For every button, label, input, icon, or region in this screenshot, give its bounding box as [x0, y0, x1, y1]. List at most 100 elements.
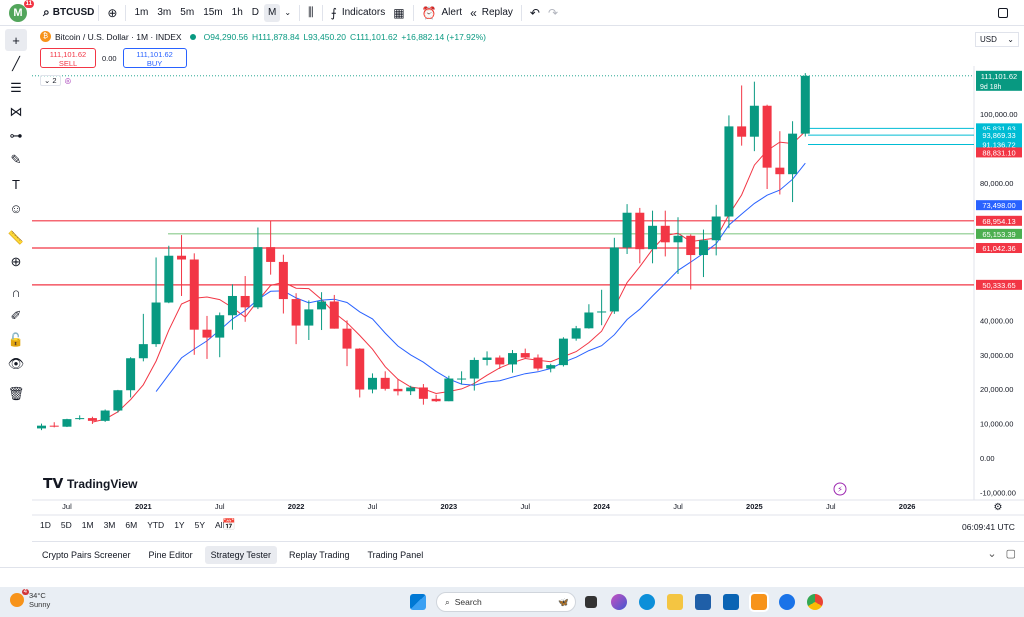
fib-retracement-icon[interactable]: ☰	[5, 77, 27, 99]
candle-body[interactable]	[406, 387, 416, 392]
outlook-icon[interactable]	[723, 594, 739, 610]
edge-icon[interactable]	[639, 594, 655, 610]
candle-body[interactable]	[126, 358, 136, 391]
goto-date-icon[interactable]: 📅	[222, 518, 236, 531]
trend-line-icon[interactable]: ╱	[5, 53, 27, 75]
currency-selector[interactable]: USD ⌄	[975, 32, 1019, 47]
candle-body[interactable]	[482, 357, 492, 360]
candle-body[interactable]	[711, 216, 721, 241]
store-icon[interactable]	[695, 594, 711, 610]
candle-body[interactable]	[49, 425, 59, 427]
candle-body[interactable]	[648, 225, 658, 250]
candle-body[interactable]	[151, 302, 161, 345]
candle-body[interactable]	[240, 295, 250, 308]
user-avatar[interactable]: M 11	[9, 0, 34, 22]
ruler-icon[interactable]: 📏	[5, 227, 27, 249]
crosshair-icon[interactable]: +	[5, 29, 27, 51]
candle-body[interactable]	[75, 418, 85, 420]
candle-body[interactable]	[597, 311, 607, 313]
candle-body[interactable]	[673, 235, 683, 243]
candle-body[interactable]	[495, 357, 505, 365]
start-icon[interactable]	[410, 594, 426, 610]
candle-body[interactable]	[698, 240, 708, 256]
candle-body[interactable]	[393, 388, 403, 392]
candle-body[interactable]	[635, 212, 645, 250]
maximize-icon[interactable]: ▢	[1006, 548, 1016, 560]
range-5d[interactable]: 5D	[61, 520, 72, 530]
lock-icon[interactable]: 🔓	[5, 329, 27, 351]
candle-body[interactable]	[37, 425, 46, 429]
candle-body[interactable]	[622, 212, 632, 248]
undo-button[interactable]: ↶	[526, 4, 544, 22]
candle-body[interactable]	[584, 312, 594, 329]
tab-replay-trading[interactable]: Replay Trading	[283, 546, 356, 564]
candle-body[interactable]	[508, 353, 518, 365]
candle-body[interactable]	[100, 410, 110, 421]
timeframe-dropdown[interactable]: ⌄	[280, 4, 295, 22]
timeframe-1m[interactable]: 1m	[130, 4, 152, 22]
timeframe-1h[interactable]: 1h	[228, 4, 247, 22]
candle-body[interactable]	[749, 105, 759, 137]
candle-body[interactable]	[609, 247, 619, 312]
stay-drawing-icon[interactable]: ✐	[5, 305, 27, 327]
candle-body[interactable]	[215, 315, 225, 338]
candle-body[interactable]	[380, 377, 390, 389]
candle-body[interactable]	[317, 301, 327, 310]
candle-body[interactable]	[138, 344, 148, 359]
text-icon[interactable]: T	[5, 173, 27, 195]
zoom-in-icon[interactable]: ⊕	[5, 251, 27, 273]
candle-body[interactable]	[227, 295, 237, 316]
candle-body[interactable]	[113, 390, 123, 411]
copilot-icon[interactable]	[611, 594, 627, 610]
candle-body[interactable]	[87, 418, 97, 421]
candle-body[interactable]	[457, 378, 467, 380]
candle-body[interactable]	[660, 225, 670, 243]
emoji-icon[interactable]: ☺	[5, 197, 27, 219]
candle-body[interactable]	[62, 419, 72, 427]
taskbar-search[interactable]: ⌕ Search 🦋	[436, 592, 576, 612]
candle-body[interactable]	[431, 398, 441, 402]
trash-icon[interactable]: 🗑	[5, 383, 27, 405]
candle-body[interactable]	[177, 255, 187, 260]
candle-body[interactable]	[686, 235, 696, 256]
tab-crypto-pairs-screener[interactable]: Crypto Pairs Screener	[36, 546, 137, 564]
candle-body[interactable]	[558, 338, 568, 366]
candle-body[interactable]	[418, 387, 428, 399]
candle-body[interactable]	[253, 247, 263, 308]
task-view-icon[interactable]	[585, 596, 597, 608]
candle-body[interactable]	[355, 348, 365, 390]
fullscreen-button[interactable]	[994, 4, 1012, 22]
candle-body[interactable]	[724, 126, 734, 217]
symbol-title[interactable]: Bitcoin / U.S. Dollar · 1M · INDEX	[55, 32, 182, 42]
brush-icon[interactable]: ✎	[5, 149, 27, 171]
range-1y[interactable]: 1Y	[174, 520, 184, 530]
candle-body[interactable]	[533, 357, 543, 369]
chart-type-button[interactable]: ⫼	[304, 4, 318, 22]
timeframe-5m[interactable]: 5m	[176, 4, 198, 22]
candle-body[interactable]	[444, 378, 454, 402]
candle-body[interactable]	[571, 328, 581, 339]
candle-body[interactable]	[329, 301, 339, 329]
layouts-button[interactable]: ▦	[389, 4, 408, 22]
candle-body[interactable]	[291, 299, 301, 326]
range-5y[interactable]: 5Y	[195, 520, 205, 530]
indicators-toggle[interactable]: ⌄ 2 ◎	[40, 75, 71, 86]
timeframe-D[interactable]: D	[248, 4, 263, 22]
indicator-count-pill[interactable]: ⌄ 2	[40, 75, 61, 86]
candle-body[interactable]	[775, 167, 785, 175]
candle-body[interactable]	[469, 359, 479, 379]
timeframe-3m[interactable]: 3m	[153, 4, 175, 22]
candle-body[interactable]	[367, 377, 377, 390]
candle-body[interactable]	[278, 261, 288, 300]
redo-button[interactable]: ↷	[544, 4, 562, 22]
sell-button[interactable]: 111,101.62 SELL	[40, 48, 96, 68]
indicators-button[interactable]: ⨍ Indicators	[327, 4, 390, 22]
candle-body[interactable]	[189, 259, 199, 330]
gear-icon[interactable]: ⚙	[994, 502, 1003, 513]
candle-body[interactable]	[520, 353, 530, 358]
candle-body[interactable]	[546, 365, 556, 369]
compare-symbol-button[interactable]: ⊕	[103, 4, 121, 22]
eye-icon[interactable]: 👁	[5, 353, 27, 375]
utc-clock[interactable]: 06:09:41 UTC	[962, 522, 1015, 532]
range-6m[interactable]: 6M	[125, 520, 137, 530]
